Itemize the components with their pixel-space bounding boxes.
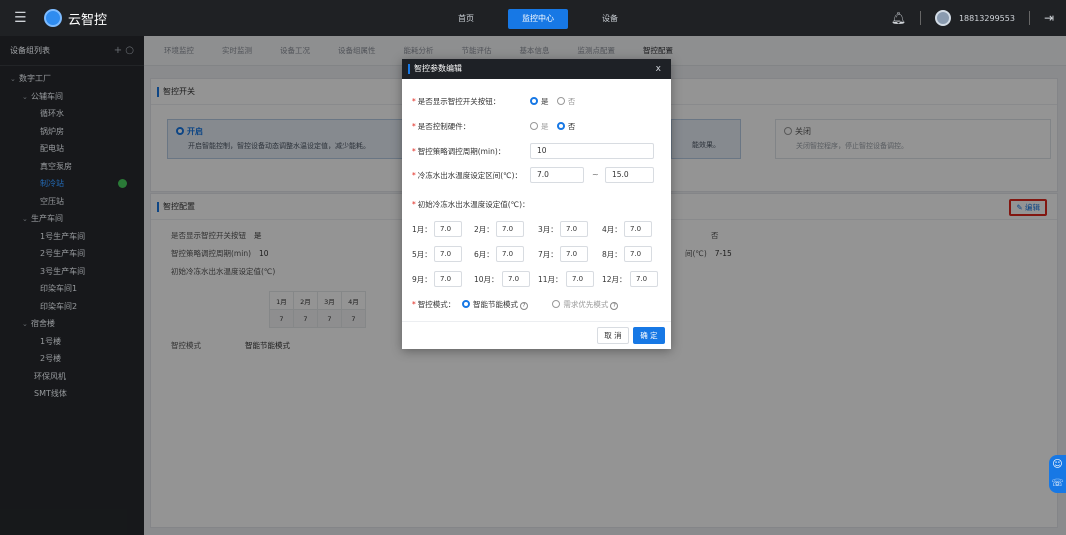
top-nav: 首页 监控中心 设备 xyxy=(440,9,636,29)
mode-radio-group: 智能节能模式? 需求优先模式? xyxy=(462,299,624,310)
row-mode: * 智控模式： xyxy=(412,299,455,310)
help-icon[interactable]: ? xyxy=(610,302,619,310)
temp-range-label: 冷冻水出水温度设定区间(℃)： xyxy=(417,171,523,180)
row-control-hw: * 是否控制硬件： xyxy=(412,121,470,132)
top-bar: ☰ 云智控 首页 监控中心 设备 🔔︎ 18813299553 ⇥ xyxy=(0,0,1066,36)
month-temp-input[interactable]: 7.0 xyxy=(560,246,588,262)
row-init-temp: * 初始冷冻水出水温度设定值(℃)： xyxy=(412,199,530,210)
radio-hw-no[interactable]: 否 xyxy=(556,121,575,132)
month-label: 1月： xyxy=(412,225,432,234)
range-separator: ~ xyxy=(592,170,599,179)
row-show-switch: * 是否显示智控开关按钮： xyxy=(412,96,500,107)
month-label: 5月： xyxy=(412,250,432,259)
radio-mode-energy[interactable]: 智能节能模式? xyxy=(462,299,528,310)
logout-icon[interactable]: ⇥ xyxy=(1044,11,1054,25)
month-label: 9月： xyxy=(412,275,432,284)
month-temp-input[interactable]: 7.0 xyxy=(624,246,652,262)
radio-checked-icon xyxy=(530,97,538,105)
close-icon[interactable]: x xyxy=(656,59,661,79)
required-mark: * xyxy=(412,171,416,180)
month-temp-input[interactable]: 7.0 xyxy=(434,271,462,287)
divider xyxy=(1028,11,1030,25)
control-hw-label: 是否控制硬件： xyxy=(417,122,471,131)
cancel-button[interactable]: 取 消 xyxy=(597,327,629,344)
required-mark: * xyxy=(412,300,416,309)
radio-show-no[interactable]: 否 xyxy=(556,96,575,107)
dialog-title: 智控参数编辑 xyxy=(414,64,462,73)
menu-icon[interactable]: ☰ xyxy=(14,11,28,25)
init-temp-label: 初始冷冻水出水温度设定值(℃)： xyxy=(417,200,530,209)
month-temp-input[interactable]: 7.0 xyxy=(434,246,462,262)
month-temp-input[interactable]: 7.0 xyxy=(624,221,652,237)
radio-unchecked-icon xyxy=(530,122,538,130)
confirm-button[interactable]: 确 定 xyxy=(633,327,665,344)
month-label: 10月： xyxy=(474,275,499,284)
month-temp-input[interactable]: 7.0 xyxy=(630,271,658,287)
top-right: 🔔︎ 18813299553 ⇥ xyxy=(891,0,1054,36)
month-label: 11月： xyxy=(538,275,563,284)
chat-icon[interactable]: ☺ xyxy=(1049,455,1066,474)
user-phone[interactable]: 18813299553 xyxy=(959,14,1015,23)
nav-device[interactable]: 设备 xyxy=(584,9,636,29)
radio-mode-demand[interactable]: 需求优先模式? xyxy=(552,299,619,310)
radio-hw-yes[interactable]: 是 xyxy=(530,121,549,132)
month-label: 8月： xyxy=(602,250,622,259)
required-mark: * xyxy=(412,200,416,209)
show-switch-label: 是否显示智控开关按钮： xyxy=(417,97,501,106)
help-icon[interactable]: ? xyxy=(520,302,528,310)
radio-unchecked-icon xyxy=(556,97,565,105)
required-mark: * xyxy=(412,97,416,106)
month-temp-input[interactable]: 7.0 xyxy=(566,271,594,287)
brand-logo xyxy=(44,9,62,27)
month-label: 3月： xyxy=(538,225,558,234)
bell-icon[interactable]: 🔔︎ xyxy=(891,11,906,25)
month-label: 6月： xyxy=(474,250,494,259)
radio-checked-icon xyxy=(462,300,470,308)
avatar[interactable] xyxy=(934,10,951,26)
sidebar-dim-overlay xyxy=(0,36,144,535)
month-label: 7月： xyxy=(538,250,558,259)
month-temp-input[interactable]: 7.0 xyxy=(502,271,530,287)
month-temp-input[interactable]: 7.0 xyxy=(560,221,588,237)
month-label: 2月： xyxy=(474,225,494,234)
temp-min-input[interactable]: 7.0 xyxy=(530,167,584,183)
row-temp-range: * 冷冻水出水温度设定区间(℃)： xyxy=(412,170,522,181)
required-mark: * xyxy=(412,147,416,156)
month-temp-input[interactable]: 7.0 xyxy=(496,221,524,237)
phone-icon[interactable]: ☏ xyxy=(1049,474,1066,493)
month-label: 12月： xyxy=(602,275,627,284)
brand-name: 云智控 xyxy=(68,12,108,28)
nav-home[interactable]: 首页 xyxy=(440,9,492,29)
cycle-input[interactable]: 10 xyxy=(530,143,654,159)
show-switch-radio-group: 是 否 xyxy=(530,96,581,107)
temp-max-input[interactable]: 15.0 xyxy=(605,167,654,183)
dialog-header: 智控参数编辑 x xyxy=(402,59,671,79)
month-temp-input[interactable]: 7.0 xyxy=(434,221,462,237)
floating-support-widget[interactable]: ☺ ☏ xyxy=(1049,455,1066,493)
cycle-label: 智控策略调控周期(min)： xyxy=(417,147,506,156)
dialog-footer-divider xyxy=(402,321,671,322)
required-mark: * xyxy=(412,122,416,131)
month-label: 4月： xyxy=(602,225,622,234)
control-hw-radio-group: 是 否 xyxy=(530,121,581,132)
radio-checked-icon xyxy=(556,122,565,130)
radio-unchecked-icon xyxy=(552,300,561,308)
row-cycle: * 智控策略调控周期(min)： xyxy=(412,146,505,157)
smart-control-param-dialog: 智控参数编辑 x * 是否显示智控开关按钮： 是 否 * 是否控制硬件： 是 否 *… xyxy=(402,59,671,349)
radio-show-yes[interactable]: 是 xyxy=(530,96,549,107)
nav-monitor-center[interactable]: 监控中心 xyxy=(508,9,568,29)
mode-label: 智控模式： xyxy=(417,300,456,309)
month-temp-input[interactable]: 7.0 xyxy=(496,246,524,262)
divider xyxy=(919,11,921,25)
